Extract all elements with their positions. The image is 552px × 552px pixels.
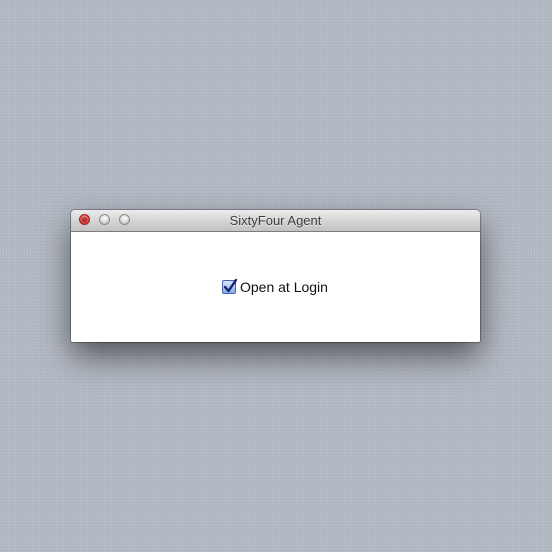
window-title: SixtyFour Agent — [229, 213, 322, 228]
open-at-login-checkbox[interactable] — [222, 278, 238, 294]
title-bar[interactable]: SixtyFour Agent — [71, 210, 480, 232]
open-at-login-label: Open at Login — [240, 279, 328, 295]
checkmark-icon — [223, 278, 238, 293]
app-window: SixtyFour Agent Open at Login — [71, 210, 480, 342]
window-content: Open at Login — [71, 232, 480, 342]
open-at-login-option[interactable]: Open at Login — [222, 278, 328, 295]
